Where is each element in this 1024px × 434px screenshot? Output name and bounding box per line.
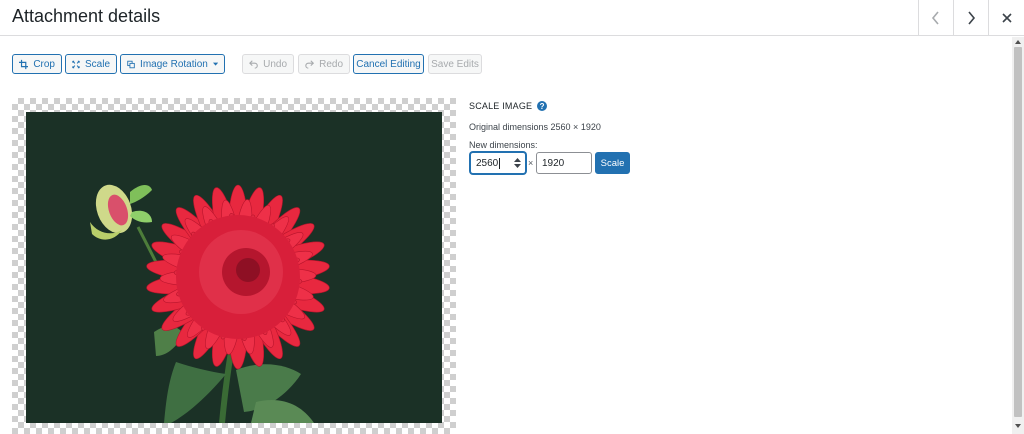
chevron-right-icon (968, 11, 976, 25)
text-caret (499, 157, 501, 169)
image-rotation-dropdown[interactable]: Image Rotation (120, 54, 225, 74)
close-button[interactable] (988, 0, 1024, 36)
help-icon[interactable]: ? (537, 101, 548, 111)
redo-label: Redo (319, 58, 343, 70)
previous-button[interactable] (918, 0, 953, 36)
cancel-editing-label: Cancel Editing (356, 58, 421, 70)
spinner-arrows-icon[interactable] (514, 157, 521, 169)
scale-image-title: SCALE IMAGE (469, 101, 533, 111)
modal-header: Attachment details (0, 0, 1024, 36)
new-dimensions-label: New dimensions: (469, 140, 538, 150)
undo-button[interactable]: Undo (242, 54, 294, 74)
scale-image-panel: SCALE IMAGE ? Original dimensions 2560 ×… (469, 100, 729, 174)
redo-icon (305, 60, 315, 69)
rotate-icon (127, 60, 135, 68)
crop-icon (19, 59, 29, 69)
chevron-left-icon (931, 11, 939, 25)
scale-button[interactable]: Scale (65, 54, 117, 74)
cancel-editing-button[interactable]: Cancel Editing (353, 54, 424, 74)
scale-label: Scale (84, 58, 110, 70)
crop-button[interactable]: Crop (12, 54, 62, 74)
scale-submit-button[interactable]: Scale (595, 152, 630, 174)
original-dimensions: Original dimensions 2560 × 1920 (469, 122, 601, 132)
image-rotation-label: Image Rotation (140, 58, 208, 70)
width-input[interactable]: 2560 (470, 152, 526, 174)
crop-label: Crop (33, 58, 55, 70)
scroll-up-arrow[interactable] (1014, 39, 1022, 45)
dahlia-photo (26, 112, 442, 423)
undo-label: Undo (263, 58, 287, 70)
page-title: Attachment details (12, 6, 161, 26)
times-sign: × (528, 158, 534, 168)
dahlia-image (90, 184, 330, 423)
scale-icon (72, 60, 80, 68)
undo-icon (249, 60, 258, 69)
height-value: 1920 (542, 157, 565, 169)
next-button[interactable] (953, 0, 988, 36)
image-editor-canvas[interactable] (12, 98, 456, 434)
scroll-down-icon (1015, 424, 1021, 428)
close-icon (1001, 13, 1012, 23)
redo-button[interactable]: Redo (298, 54, 350, 74)
save-edits-label: Save Edits (431, 58, 479, 70)
scroll-up-icon (1015, 40, 1021, 44)
scrollbar-thumb[interactable] (1014, 47, 1022, 417)
height-input[interactable]: 1920 (536, 152, 592, 174)
save-edits-button[interactable]: Save Edits (428, 54, 482, 74)
scroll-down-arrow[interactable] (1014, 423, 1022, 429)
width-value: 2560 (476, 157, 499, 169)
scale-image-heading: SCALE IMAGE ? (469, 100, 729, 112)
caret-down-icon (212, 62, 218, 66)
